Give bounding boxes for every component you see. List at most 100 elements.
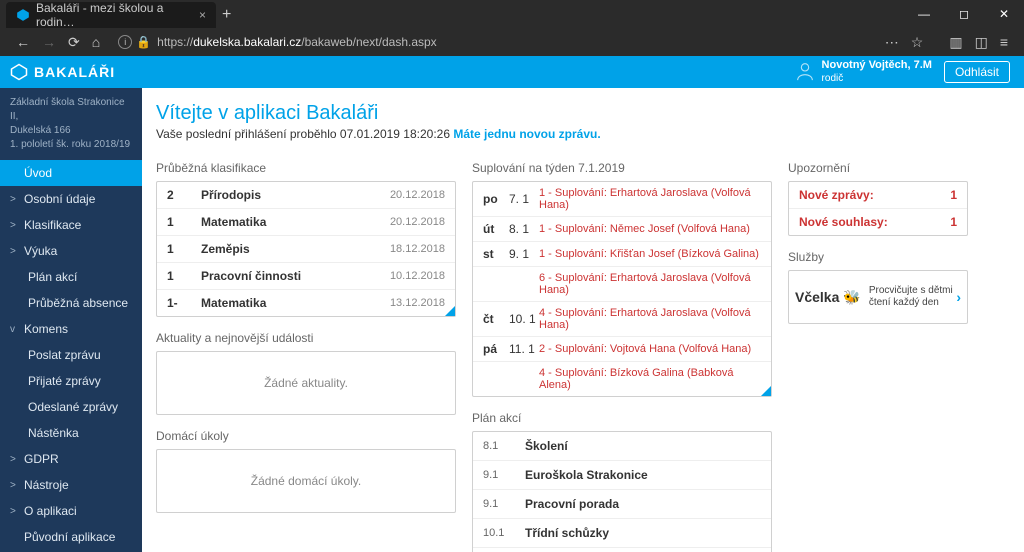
app-logo[interactable]: BAKALÁŘI [10, 63, 115, 81]
school-name: Základní škola Strakonice II, [10, 96, 132, 124]
sidebar-item[interactable]: Nástěnka [0, 420, 142, 446]
page-title: Vítejte v aplikaci Bakaláři [156, 102, 1010, 125]
brand-text: BAKALÁŘI [34, 64, 115, 80]
sidebar-item[interactable]: >GDPR [0, 446, 142, 472]
sidebar-item[interactable]: Odeslané zprávy [0, 394, 142, 420]
school-term: 1. pololetí šk. roku 2018/19 [10, 138, 132, 152]
service-desc: Procvičujte s dětmi čtení každý den [869, 285, 957, 309]
grade-date: 20.12.2018 [373, 216, 445, 228]
sidebar: Základní škola Strakonice II, Dukelská 1… [0, 88, 142, 552]
chevron-right-icon[interactable]: › [956, 289, 961, 305]
grade-row[interactable]: 2Přírodopis20.12.2018 [157, 182, 455, 209]
chevron-icon: > [10, 246, 24, 257]
sidebar-item[interactable]: Původní aplikace [0, 524, 142, 550]
plan-row[interactable]: 9.1Pracovní porada [473, 490, 771, 519]
sidebar-item-label: Původní aplikace [24, 530, 115, 544]
window-minimize[interactable]: — [904, 0, 944, 28]
sidebar-item[interactable]: Přijaté zprávy [0, 368, 142, 394]
subst-text: 1 - Suplování: Němec Josef (Volfová Hana… [539, 223, 761, 235]
sidebar-item[interactable]: Poslat zprávu [0, 342, 142, 368]
grade-subject: Zeměpis [201, 242, 373, 256]
plan-row[interactable]: 10.1Třídní schůzky [473, 519, 771, 548]
window-close[interactable]: ✕ [984, 0, 1024, 28]
service-vcelka[interactable]: Včelka 🐝 Procvičujte s dětmi čtení každý… [788, 270, 968, 324]
site-info-icon[interactable]: i [118, 35, 132, 49]
plan-title: Plán akcí [472, 411, 772, 425]
app-bar: BAKALÁŘI Novotný Vojtěch, 7.M rodič Odhl… [0, 56, 1024, 88]
grade-date: 18.12.2018 [373, 243, 445, 255]
subst-date: 11. 1 [509, 342, 539, 356]
services-title: Služby [788, 250, 968, 264]
subst-day: čt [483, 312, 509, 326]
user-icon [794, 60, 816, 85]
subst-row[interactable]: 4 - Suplování: Bízková Galina (Babková A… [473, 362, 771, 396]
grade-mark: 1 [167, 269, 201, 283]
subst-row[interactable]: pá11. 12 - Suplování: Vojtová Hana (Volf… [473, 337, 771, 362]
subst-text: 4 - Suplování: Erhartová Jaroslava (Volf… [539, 307, 761, 331]
menu-icon[interactable]: ≡ [1000, 34, 1008, 50]
back-icon[interactable]: ← [16, 34, 30, 50]
notif-row[interactable]: Nové souhlasy:1 [789, 209, 967, 235]
sidebar-item-label: Odeslané zprávy [28, 400, 118, 414]
subst-row[interactable]: 6 - Suplování: Erhartová Jaroslava (Volf… [473, 267, 771, 302]
reload-icon[interactable]: ⟳ [68, 34, 80, 51]
subst-date: 10. 1 [509, 312, 539, 326]
browser-tab[interactable]: Bakaláři - mezi školou a rodin… × [6, 2, 216, 28]
subst-text: 4 - Suplování: Bízková Galina (Babková A… [539, 367, 761, 391]
expand-corner-icon[interactable] [445, 306, 455, 316]
new-tab-button[interactable]: + [222, 6, 231, 24]
sidebar-item-label: O aplikaci [24, 504, 77, 518]
grade-row[interactable]: 1Zeměpis18.12.2018 [157, 236, 455, 263]
subst-row[interactable]: čt10. 14 - Suplování: Erhartová Jaroslav… [473, 302, 771, 337]
library-icon[interactable]: ▥ [949, 34, 962, 51]
content: Vítejte v aplikaci Bakaláři Vaše posledn… [142, 88, 1024, 552]
subst-row[interactable]: st9. 11 - Suplování: Křišťan Josef (Bízk… [473, 242, 771, 267]
close-icon[interactable]: × [199, 8, 206, 22]
subst-text: 1 - Suplování: Křišťan Josef (Bízková Ga… [539, 248, 761, 260]
plan-date: 8.1 [483, 440, 525, 452]
subst-row[interactable]: po7. 11 - Suplování: Erhartová Jaroslava… [473, 182, 771, 217]
grade-row[interactable]: 1Matematika20.12.2018 [157, 209, 455, 236]
sidebar-item[interactable]: >Klasifikace [0, 212, 142, 238]
sidebar-item[interactable]: vKomens [0, 316, 142, 342]
window-maximize[interactable]: ◻ [944, 0, 984, 28]
browser-chrome: — ◻ ✕ Bakaláři - mezi školou a rodin… × … [0, 0, 1024, 56]
expand-corner-icon[interactable] [761, 386, 771, 396]
subst-row[interactable]: út8. 11 - Suplování: Němec Josef (Volfov… [473, 217, 771, 242]
plan-row[interactable]: 11.1Euroškola Strakonice [473, 548, 771, 552]
grade-subject: Matematika [201, 296, 373, 310]
grade-row[interactable]: 1Pracovní činnosti10.12.2018 [157, 263, 455, 290]
logout-button[interactable]: Odhlásit [944, 61, 1010, 83]
chevron-icon: > [10, 194, 24, 205]
address-bar[interactable]: i 🔒 https://dukelska.bakalari.cz/bakaweb… [118, 35, 867, 49]
new-message-link[interactable]: Máte jednu novou zprávu. [453, 127, 600, 141]
grade-mark: 1 [167, 215, 201, 229]
plan-row[interactable]: 8.1Školení [473, 432, 771, 461]
chevron-icon: > [10, 454, 24, 465]
url-prefix: https:// [157, 35, 193, 49]
sidebar-item[interactable]: Úvod [0, 160, 142, 186]
sidebar-item[interactable]: >Osobní údaje [0, 186, 142, 212]
sidebar-item[interactable]: >Výuka [0, 238, 142, 264]
sidebar-item-label: Průběžná absence [28, 296, 128, 310]
sidebar-item[interactable]: >Nástroje [0, 472, 142, 498]
grade-row[interactable]: 1-Matematika13.12.2018 [157, 290, 455, 316]
notif-count: 1 [950, 188, 957, 202]
user-role: rodič [822, 73, 932, 85]
home-icon[interactable]: ⌂ [92, 34, 100, 50]
notif-row[interactable]: Nové zprávy:1 [789, 182, 967, 209]
plan-date: 9.1 [483, 498, 525, 510]
plan-row[interactable]: 9.1Euroškola Strakonice [473, 461, 771, 490]
grade-subject: Pracovní činnosti [201, 269, 373, 283]
notif-label: Nové souhlasy: [799, 215, 888, 229]
sidebar-item[interactable]: >O aplikaci [0, 498, 142, 524]
sidebar-item[interactable]: Plán akcí [0, 264, 142, 290]
sidebar-icon[interactable]: ◫ [975, 34, 988, 51]
subst-day: út [483, 222, 509, 236]
more-icon[interactable]: ⋯ [885, 34, 899, 51]
bee-icon: 🐝 [843, 289, 860, 306]
bookmark-icon[interactable]: ☆ [911, 34, 924, 51]
notif-panel: Nové zprávy:1Nové souhlasy:1 [788, 181, 968, 236]
service-name: Včelka [795, 289, 839, 305]
sidebar-item[interactable]: Průběžná absence [0, 290, 142, 316]
